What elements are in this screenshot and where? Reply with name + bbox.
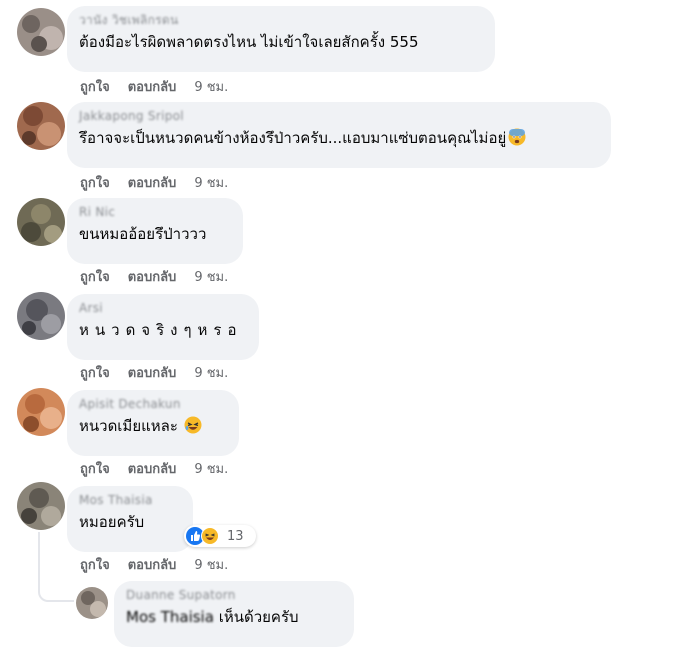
like-link[interactable]: ถูกใจ xyxy=(80,176,110,192)
comment-timestamp[interactable]: 9 ชม. xyxy=(194,80,228,96)
mention-tag[interactable]: Mos Thaisia xyxy=(126,608,214,626)
comment-bubble: Ri Nic ขนหมออ้อยรึป่าววว xyxy=(67,198,243,264)
comment-actions: ถูกใจ ตอบกลับ 9 ชม. xyxy=(80,558,228,574)
comment-actions: ถูกใจ ตอบกลับ 9 ชม. xyxy=(80,80,228,96)
comment-bubble: วานัง วิชเพลิกรดน ต้องมีอะไรผิดพลาดตรงไห… xyxy=(67,6,495,72)
haha-reaction-icon xyxy=(201,527,219,545)
comment-author[interactable]: Arsi xyxy=(79,300,247,316)
reply-link[interactable]: ตอบกลับ xyxy=(128,558,177,574)
comment-author[interactable]: Mos Thaisia xyxy=(79,492,181,508)
comment-timestamp[interactable]: 9 ชม. xyxy=(194,366,228,382)
laughing-face-icon xyxy=(184,416,202,434)
comment-text: หมอยครับ xyxy=(79,513,145,531)
comment-author[interactable]: Apisit Dechakun xyxy=(79,396,227,412)
comment-text: รึอาจจะเป็นหนวดคนข้างห้องรึป่าวครับ...แอ… xyxy=(79,128,599,148)
comment-text: หนวดจริงๆหรอ xyxy=(79,321,243,339)
comment-text: หนวดเมียแหละ xyxy=(79,416,227,436)
comment-actions: ถูกใจ ตอบกลับ 9 ชม. xyxy=(80,462,228,478)
like-link[interactable]: ถูกใจ xyxy=(80,270,110,286)
fearful-face-icon xyxy=(508,128,526,146)
comment-actions: ถูกใจ ตอบกลับ 9 ชม. xyxy=(80,366,228,382)
comment-text-content: เห็นด้วยครับ xyxy=(218,608,299,626)
avatar[interactable] xyxy=(76,587,108,619)
comment-timestamp[interactable]: 9 ชม. xyxy=(194,558,228,574)
comment-author[interactable]: Duanne Supatorn xyxy=(126,587,342,603)
comment-bubble: Mos Thaisia หมอยครับ xyxy=(67,486,193,552)
reply-link[interactable]: ตอบกลับ xyxy=(128,366,177,382)
reply-link[interactable]: ตอบกลับ xyxy=(128,176,177,192)
comment-text: Mos Thaisia เห็นด้วยครับ xyxy=(126,607,342,627)
comment-bubble: Arsi หนวดจริงๆหรอ xyxy=(67,294,259,360)
comment-author[interactable]: Ri Nic xyxy=(79,204,231,220)
avatar[interactable] xyxy=(17,482,65,530)
comment-author[interactable]: Jakkapong Sripol xyxy=(79,108,599,124)
comment-timestamp[interactable]: 9 ชม. xyxy=(194,176,228,192)
comment-author[interactable]: วานัง วิชเพลิกรดน xyxy=(79,12,483,28)
comment-text: ขนหมออ้อยรึป่าววว xyxy=(79,225,207,243)
reaction-summary[interactable]: 13 xyxy=(184,525,256,547)
like-link[interactable]: ถูกใจ xyxy=(80,462,110,478)
avatar[interactable] xyxy=(17,102,65,150)
comment-text-content: หนวดเมียแหละ xyxy=(79,417,178,435)
reaction-count: 13 xyxy=(227,528,244,544)
comment-timestamp[interactable]: 9 ชม. xyxy=(194,462,228,478)
comment-bubble: Apisit Dechakun หนวดเมียแหละ xyxy=(67,390,239,456)
avatar[interactable] xyxy=(17,292,65,340)
like-link[interactable]: ถูกใจ xyxy=(80,558,110,574)
reply-link[interactable]: ตอบกลับ xyxy=(128,270,177,286)
comment-text-content: รึอาจจะเป็นหนวดคนข้างห้องรึป่าวครับ...แอ… xyxy=(79,129,507,147)
comment-actions: ถูกใจ ตอบกลับ 9 ชม. xyxy=(80,176,228,192)
avatar[interactable] xyxy=(17,8,65,56)
like-link[interactable]: ถูกใจ xyxy=(80,366,110,382)
comment-actions: ถูกใจ ตอบกลับ 9 ชม. xyxy=(80,270,228,286)
comment-timestamp[interactable]: 9 ชม. xyxy=(194,270,228,286)
reply-link[interactable]: ตอบกลับ xyxy=(128,80,177,96)
reply-link[interactable]: ตอบกลับ xyxy=(128,462,177,478)
comment-text: ต้องมีอะไรผิดพลาดตรงไหน ไม่เข้าใจเลยสักค… xyxy=(79,33,419,51)
comment-bubble: Jakkapong Sripol รึอาจจะเป็นหนวดคนข้างห้… xyxy=(67,102,611,168)
reply-thread-line xyxy=(38,532,74,602)
like-link[interactable]: ถูกใจ xyxy=(80,80,110,96)
avatar[interactable] xyxy=(17,198,65,246)
avatar[interactable] xyxy=(17,388,65,436)
comment-bubble: Duanne Supatorn Mos Thaisia เห็นด้วยครับ xyxy=(114,581,354,647)
